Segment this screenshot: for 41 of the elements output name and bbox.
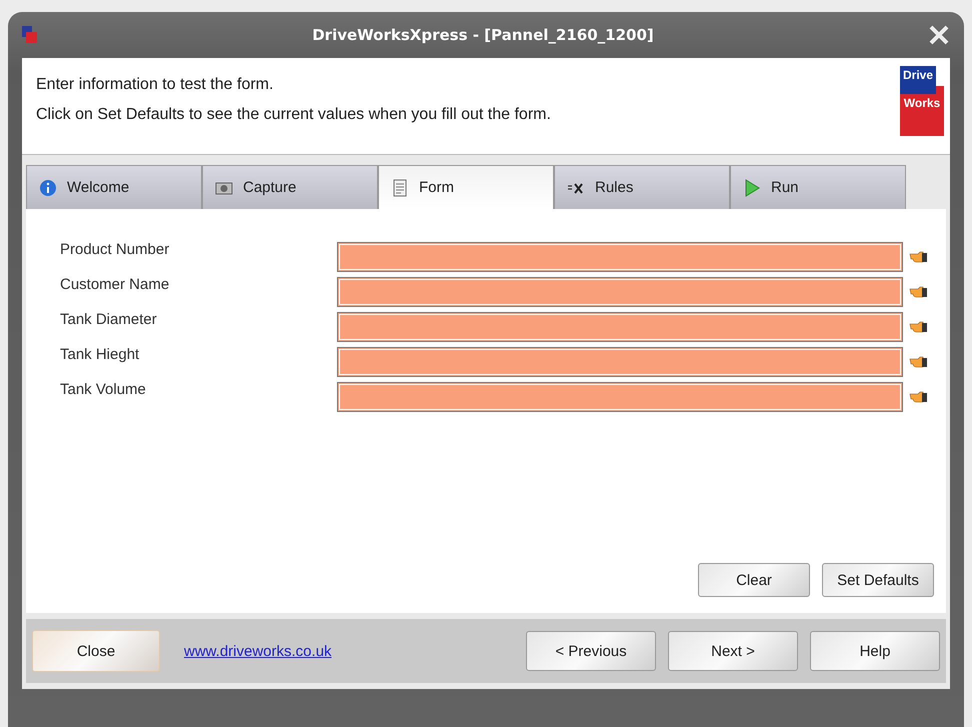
tab[interactable]: Capture — [202, 165, 378, 209]
tab[interactable]: Welcome — [26, 165, 202, 209]
input-field[interactable] — [337, 276, 903, 306]
pointing-hand-icon[interactable] — [909, 390, 927, 402]
field-label: Tank Diameter — [60, 311, 158, 328]
tab-label: Run — [771, 179, 799, 196]
nav-button[interactable]: Help — [810, 631, 940, 671]
input-field[interactable] — [337, 242, 903, 272]
info-icon — [39, 178, 57, 196]
field-label: Tank Volume — [60, 381, 147, 398]
website-link[interactable]: www.driveworks.co.uk — [184, 642, 502, 660]
field-label: Tank Hieght — [60, 346, 140, 363]
nav-button[interactable]: Next > — [668, 631, 798, 671]
input-field[interactable] — [337, 382, 903, 412]
window-title: DriveWorksXpress - [Pannel_2160_1200] — [311, 26, 655, 44]
pointing-hand-icon[interactable] — [909, 250, 927, 262]
tab-label: Welcome — [67, 179, 130, 196]
pointing-hand-icon[interactable] — [909, 356, 927, 368]
nav-button[interactable]: < Previous — [526, 631, 656, 671]
set-defaults-button[interactable]: Set Defaults — [822, 563, 934, 597]
tab-label: Capture — [243, 179, 296, 196]
tab-label: Form — [419, 179, 454, 196]
tab[interactable]: Rules — [554, 165, 730, 209]
input-field[interactable] — [337, 312, 903, 342]
close-icon[interactable] — [928, 24, 950, 46]
tab[interactable]: Form — [378, 165, 554, 209]
play-icon — [743, 178, 761, 196]
tab-label: Rules — [595, 179, 634, 196]
pointing-hand-icon[interactable] — [909, 286, 927, 298]
clear-button[interactable]: Clear — [698, 563, 810, 597]
tab[interactable]: Run — [730, 165, 906, 209]
logo-text: Drive — [900, 66, 936, 94]
instruction-text: Enter information to test the form. — [36, 76, 274, 94]
pointing-hand-icon[interactable] — [909, 320, 927, 332]
field-label: Customer Name — [60, 276, 170, 293]
close-button[interactable]: Close — [32, 630, 160, 672]
field-label: Product Number — [60, 241, 170, 258]
instruction-text: Click on Set Defaults to see the current values when you fill out the form. — [36, 106, 551, 124]
input-field[interactable] — [337, 346, 903, 376]
app-icon — [22, 26, 38, 44]
document-icon — [391, 178, 409, 196]
